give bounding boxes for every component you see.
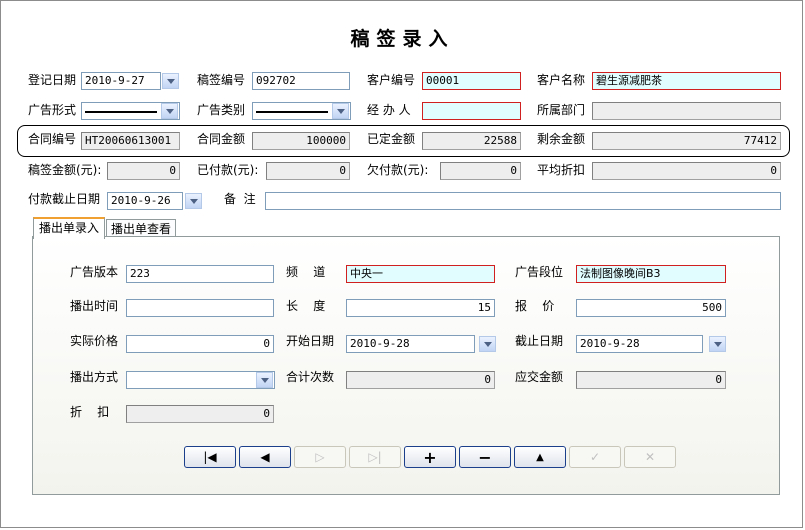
ad-segment-label: 广告段位 — [515, 265, 564, 279]
start-date-field[interactable]: 2010-9-28 — [346, 335, 475, 353]
ad-segment-field[interactable]: 法制图像晚间B3 — [576, 265, 726, 283]
ad-form-label: 广告形式 — [28, 103, 77, 117]
owed-label: 欠付款(元): — [367, 163, 429, 177]
length-field[interactable]: 15 — [346, 299, 495, 317]
customer-no-field[interactable]: 00001 — [422, 72, 521, 90]
broadcast-method-label: 播出方式 — [70, 370, 119, 384]
ad-form-value — [85, 111, 157, 113]
start-date-label: 开始日期 — [286, 334, 335, 348]
actual-price-label: 实际价格 — [70, 334, 119, 348]
discount-label: 折 扣 — [70, 405, 110, 419]
contract-amount-field: 100000 — [252, 132, 350, 150]
next-record-button[interactable]: ▷ — [294, 446, 346, 468]
ad-version-label: 广告版本 — [70, 265, 119, 279]
check-icon: ✓ — [589, 450, 601, 464]
handler-label: 经 办 人 — [367, 103, 411, 117]
total-times-field: 0 — [346, 371, 495, 389]
minus-icon: − — [478, 447, 492, 467]
discount-field: 0 — [126, 405, 274, 423]
cancel-record-button[interactable]: ✕ — [624, 446, 676, 468]
chevron-down-icon — [713, 341, 722, 347]
chevron-down-icon — [483, 341, 492, 347]
chevron-down-icon — [189, 198, 198, 204]
due-amount-field: 0 — [576, 371, 726, 389]
quote-label: 报 价 — [515, 299, 555, 313]
chevron-down-icon[interactable] — [256, 372, 273, 388]
contract-no-label: 合同编号 — [28, 132, 77, 146]
ad-type-label: 广告类别 — [197, 103, 246, 117]
draft-amount-field: 0 — [107, 162, 180, 180]
draft-no-label: 稿签编号 — [197, 73, 246, 87]
prev-icon: ◀ — [260, 450, 270, 464]
remaining-amount-label: 剩余金额 — [537, 132, 586, 146]
edit-record-button[interactable]: ▲ — [514, 446, 566, 468]
first-icon: |◀ — [203, 450, 217, 464]
dept-field — [592, 102, 781, 120]
chevron-down-icon[interactable] — [332, 103, 349, 119]
contract-amount-label: 合同金额 — [197, 132, 246, 146]
fixed-amount-label: 已定金额 — [367, 132, 416, 146]
up-triangle-icon: ▲ — [536, 451, 544, 463]
last-icon: ▷| — [368, 450, 382, 464]
deadline-field[interactable]: 2010-9-26 — [107, 192, 183, 210]
chevron-down-icon — [166, 78, 175, 84]
remark-field[interactable] — [265, 192, 781, 210]
ad-form-select[interactable] — [81, 102, 180, 120]
ad-type-value — [256, 111, 328, 113]
paid-label: 已付款(元): — [197, 163, 259, 177]
add-record-button[interactable]: + — [404, 446, 456, 468]
due-amount-label: 应交金额 — [515, 370, 564, 384]
dept-label: 所属部门 — [537, 103, 586, 117]
next-icon: ▷ — [315, 450, 325, 464]
remark-label: 备 注 — [224, 192, 256, 206]
deadline-dropdown-button[interactable] — [185, 193, 202, 209]
plus-icon: + — [423, 447, 437, 467]
avg-discount-label: 平均折扣 — [537, 163, 586, 177]
end-date-field[interactable]: 2010-9-28 — [576, 335, 703, 353]
actual-price-field[interactable]: 0 — [126, 335, 274, 353]
start-date-dropdown-button[interactable] — [479, 336, 496, 352]
remaining-amount-field: 77412 — [592, 132, 781, 150]
paid-field: 0 — [266, 162, 350, 180]
total-times-label: 合计次数 — [286, 370, 335, 384]
contract-no-field: HT20060613001 — [81, 132, 180, 150]
tab-broadcast-entry[interactable]: 播出单录入 — [33, 217, 105, 239]
save-record-button[interactable]: ✓ — [569, 446, 621, 468]
avg-discount-field: 0 — [592, 162, 781, 180]
channel-label: 频 道 — [286, 265, 326, 279]
broadcast-time-label: 播出时间 — [70, 299, 119, 313]
last-record-button[interactable]: ▷| — [349, 446, 401, 468]
prev-record-button[interactable]: ◀ — [239, 446, 291, 468]
end-date-label: 截止日期 — [515, 334, 564, 348]
length-label: 长 度 — [286, 299, 326, 313]
draft-amount-label: 稿签金额(元): — [28, 163, 102, 177]
reg-date-label: 登记日期 — [28, 73, 77, 87]
page-title: 稿签录入 — [350, 28, 455, 50]
chevron-down-icon[interactable] — [161, 103, 178, 119]
end-date-dropdown-button[interactable] — [709, 336, 726, 352]
broadcast-method-select[interactable] — [126, 371, 275, 389]
reg-date-field[interactable]: 2010-9-27 — [81, 72, 161, 90]
quote-field[interactable]: 500 — [576, 299, 726, 317]
deadline-label: 付款截止日期 — [28, 192, 101, 206]
customer-name-label: 客户名称 — [537, 73, 586, 87]
ad-version-field[interactable]: 223 — [126, 265, 274, 283]
customer-name-field[interactable]: 碧生源减肥茶 — [592, 72, 781, 90]
customer-no-label: 客户编号 — [367, 73, 416, 87]
draft-no-field[interactable]: 092702 — [252, 72, 350, 90]
broadcast-time-field[interactable] — [126, 299, 274, 317]
ad-type-select[interactable] — [252, 102, 351, 120]
handler-field[interactable] — [422, 102, 521, 120]
channel-field[interactable]: 中央一 — [346, 265, 495, 283]
x-icon: ✕ — [644, 450, 656, 464]
fixed-amount-field: 22588 — [422, 132, 521, 150]
owed-field: 0 — [440, 162, 521, 180]
reg-date-dropdown-button[interactable] — [162, 73, 179, 89]
first-record-button[interactable]: |◀ — [184, 446, 236, 468]
delete-record-button[interactable]: − — [459, 446, 511, 468]
